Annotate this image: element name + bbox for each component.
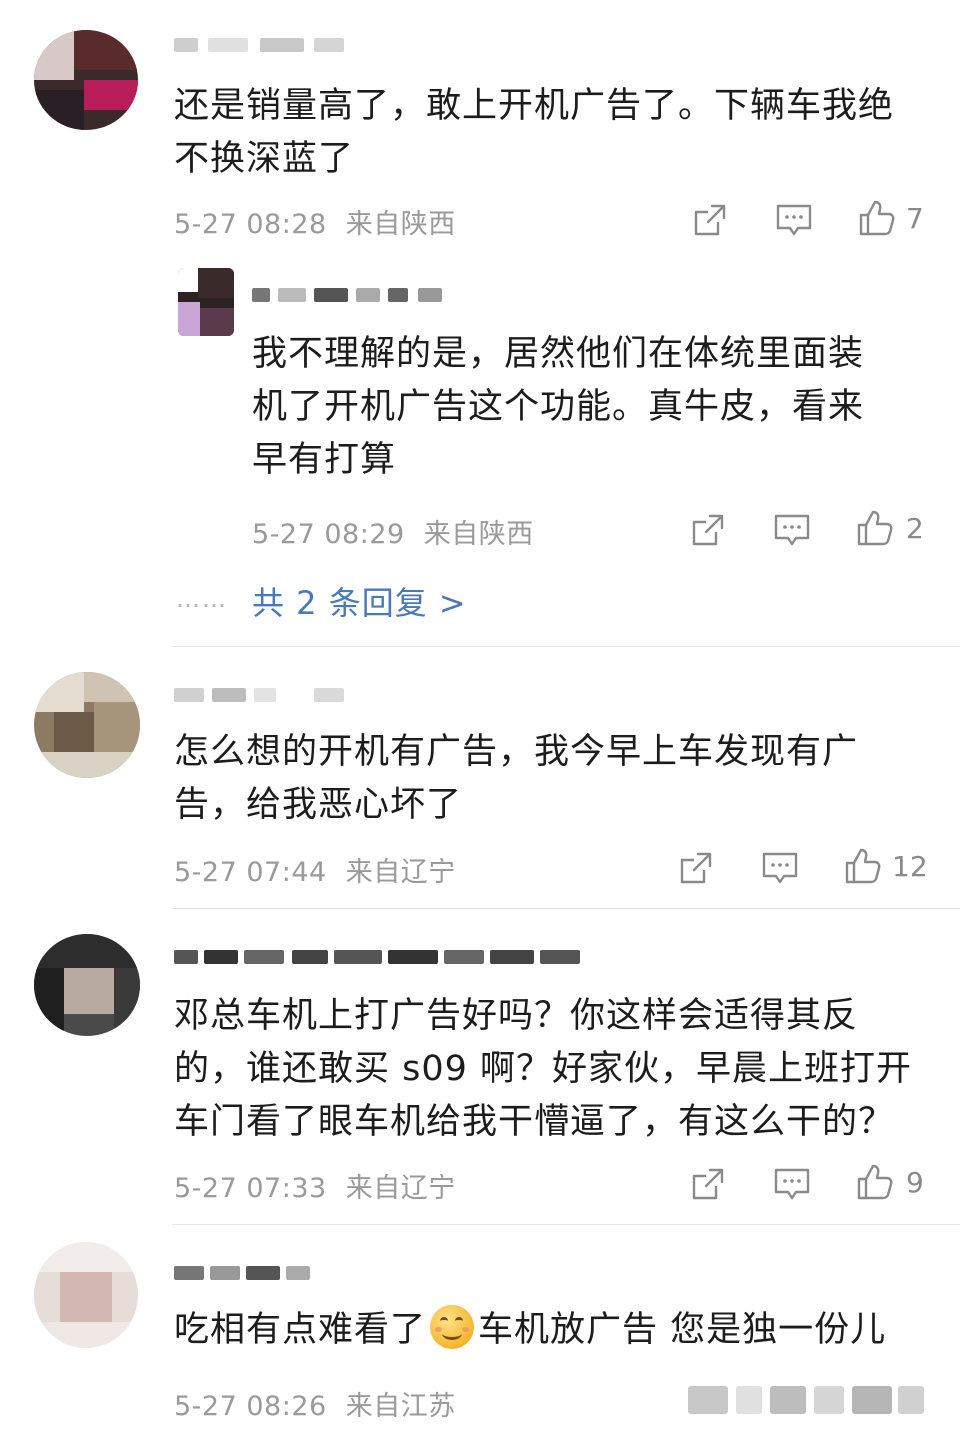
comment-text: 还是销量高了，敢上开机广告了。下辆车我绝 不换深蓝了 — [174, 86, 895, 179]
comment-text: 邓总车机上打广告好吗？你这样会适得其反 的，谁还敢买 s09 啊？好家伙，早晨上… — [174, 996, 913, 1142]
comment-icon[interactable] — [760, 848, 800, 888]
comment-icon[interactable] — [774, 200, 814, 240]
avatar[interactable] — [34, 934, 140, 1036]
thumbs-up-icon[interactable] — [854, 1162, 894, 1202]
like-count: 9 — [906, 1166, 924, 1199]
comment-location: 来自辽宁 — [345, 1173, 456, 1204]
divider — [172, 1224, 960, 1225]
comment-time: 5-27 07:33 — [174, 1173, 327, 1204]
share-icon[interactable] — [690, 200, 730, 240]
username-blurred[interactable] — [174, 1262, 334, 1284]
username-blurred[interactable] — [174, 946, 614, 968]
avatar[interactable] — [34, 30, 138, 130]
username-blurred[interactable] — [174, 684, 374, 706]
share-icon[interactable] — [688, 1164, 728, 1204]
username-blurred[interactable] — [174, 34, 374, 56]
comment-location: 来自陕西 — [345, 209, 456, 240]
comment-icon[interactable] — [772, 510, 812, 550]
blurred-action-bar — [688, 1380, 928, 1420]
more-dots: …… — [176, 585, 228, 613]
username-blurred[interactable] — [252, 284, 452, 306]
comment-meta: 5-27 07:44 来自辽宁 — [174, 850, 456, 889]
avatar[interactable] — [34, 672, 140, 778]
comment-meta: 5-27 08:28 来自陕西 — [174, 202, 456, 241]
comment-time: 5-27 07:44 — [174, 857, 327, 888]
comment-icon[interactable] — [772, 1164, 812, 1204]
like-count: 7 — [906, 202, 924, 235]
share-icon[interactable] — [688, 510, 728, 550]
thumbs-up-icon[interactable] — [856, 198, 896, 238]
comment-text: 吃相有点难看了 车机放广告 您是独一份儿 — [174, 1304, 886, 1357]
comment-text: 怎么想的开机有广告，我今早上车发现有广 告，给我恶心坏了 — [174, 732, 859, 825]
reply-meta: 5-27 08:29 来自陕西 — [252, 512, 534, 551]
comment-meta: 5-27 08:26 来自江苏 — [174, 1384, 456, 1423]
smile-emoji-icon — [430, 1305, 475, 1349]
like-count: 12 — [892, 850, 928, 883]
like-count: 2 — [906, 512, 924, 545]
comment-time: 5-27 08:28 — [174, 209, 327, 240]
comment-meta: 5-27 07:33 来自辽宁 — [174, 1166, 456, 1205]
comment-location: 来自辽宁 — [345, 857, 456, 888]
view-all-replies-link[interactable]: 共 2 条回复 > — [252, 578, 467, 624]
comment-time: 5-27 08:26 — [174, 1391, 327, 1422]
comment-location: 来自江苏 — [345, 1391, 456, 1422]
avatar[interactable] — [178, 268, 234, 336]
reply-location: 来自陕西 — [423, 519, 534, 550]
avatar[interactable] — [34, 1242, 138, 1348]
reply-text: 我不理解的是，居然他们在体统里面装 机了开机广告这个功能。真牛皮，看来 早有打算 — [252, 334, 865, 480]
thumbs-up-icon[interactable] — [842, 846, 882, 886]
share-icon[interactable] — [676, 848, 716, 888]
divider — [172, 908, 960, 909]
thumbs-up-icon[interactable] — [854, 508, 894, 548]
reply-time: 5-27 08:29 — [252, 519, 405, 550]
divider — [172, 646, 960, 647]
